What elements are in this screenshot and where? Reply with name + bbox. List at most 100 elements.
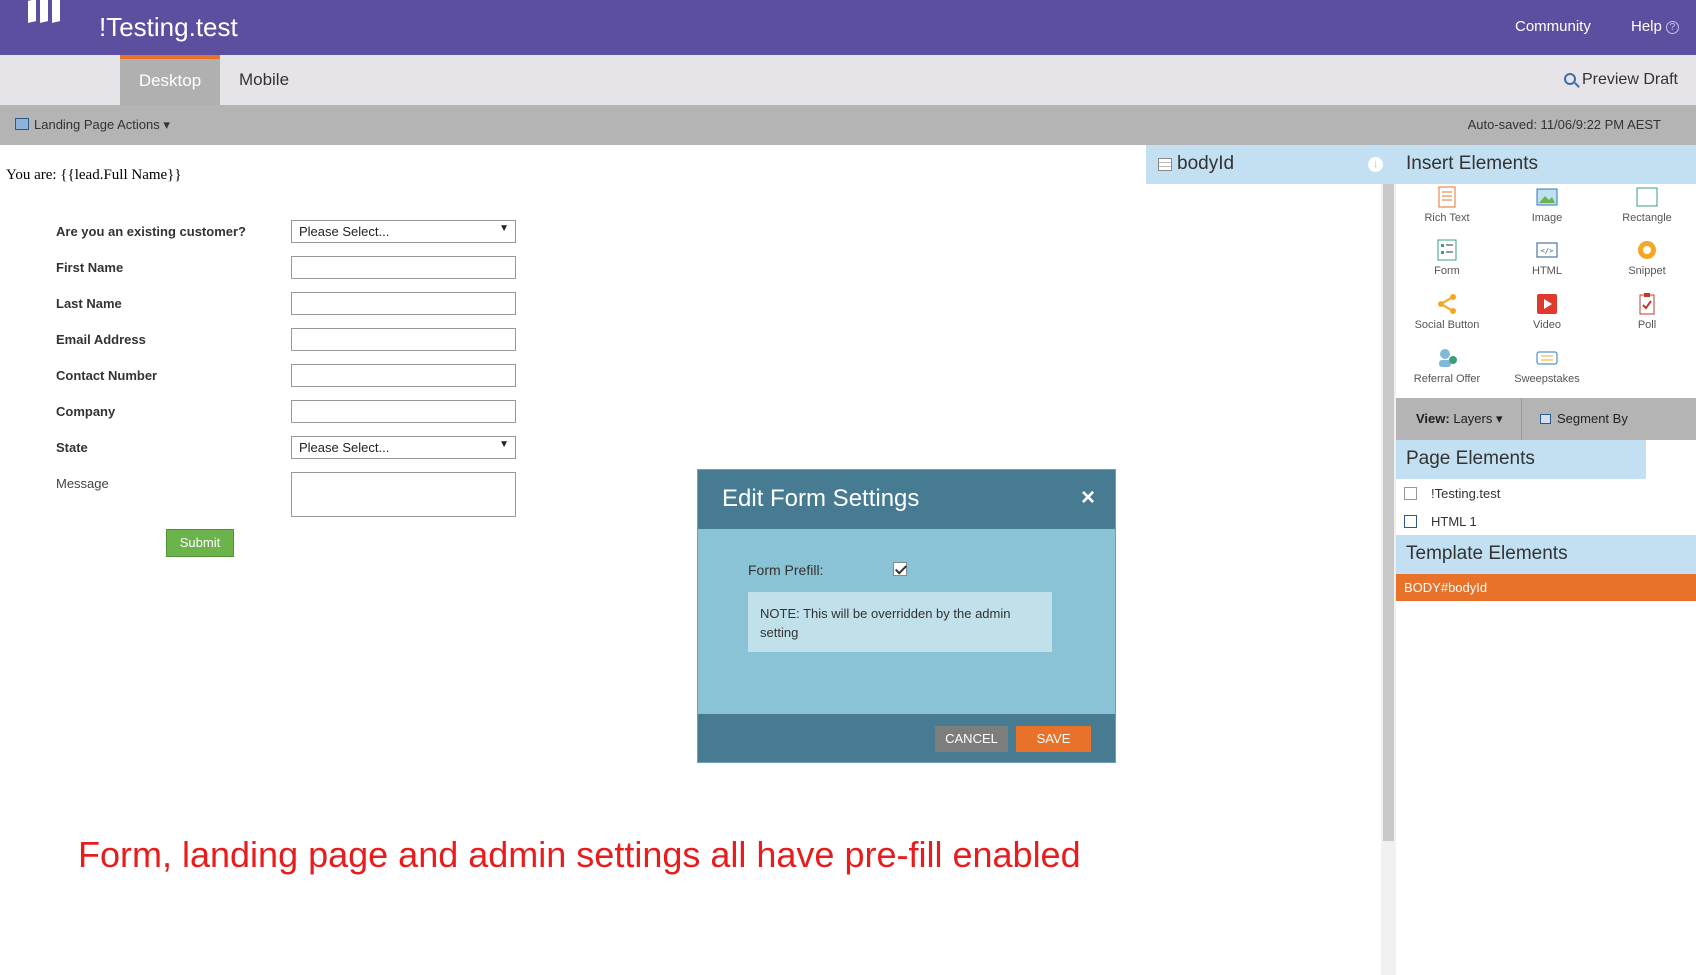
- rich-text-label: Rich Text: [1424, 212, 1470, 224]
- rectangle-label: Rectangle: [1622, 212, 1672, 224]
- you-are-text[interactable]: You are: {{lead.Full Name}}: [6, 167, 182, 184]
- community-link[interactable]: Community: [1515, 18, 1591, 35]
- video-icon: [1537, 294, 1557, 314]
- page-elements-title: Page Elements: [1406, 448, 1535, 469]
- last-name-field[interactable]: [291, 292, 516, 315]
- top-header: !Testing.test Community Help?: [0, 0, 1696, 82]
- segment-by-label: Segment By: [1557, 411, 1628, 426]
- save-button[interactable]: SAVE: [1016, 726, 1091, 752]
- insert-social-button[interactable]: Social Button: [1402, 293, 1492, 331]
- company-field[interactable]: [291, 400, 516, 423]
- form-label-first-name: First Name: [56, 260, 124, 275]
- insert-image[interactable]: Image: [1502, 186, 1592, 224]
- form-prefill-label: Form Prefill:: [748, 562, 824, 578]
- insert-form[interactable]: Form: [1402, 239, 1492, 277]
- insert-rich-text[interactable]: Rich Text: [1402, 186, 1492, 224]
- view-label: View:: [1416, 411, 1450, 426]
- existing-customer-value: Please Select...: [299, 224, 390, 239]
- form-prefill-checkbox[interactable]: [893, 562, 907, 576]
- referral-offer-label: Referral Offer: [1413, 373, 1481, 385]
- insert-video[interactable]: Video: [1502, 293, 1592, 331]
- cancel-button[interactable]: CANCEL: [935, 726, 1008, 752]
- grid-icon: [1158, 158, 1172, 171]
- insert-snippet[interactable]: Snippet: [1602, 239, 1692, 277]
- insert-rectangle[interactable]: Rectangle: [1602, 186, 1692, 224]
- image-label: Image: [1531, 212, 1563, 224]
- insert-sweepstakes[interactable]: Sweepstakes: [1502, 347, 1592, 385]
- landing-page-actions-menu[interactable]: Landing Page Actions ▾: [15, 117, 170, 133]
- contact-number-field[interactable]: [291, 364, 516, 387]
- rectangle-icon: [1636, 187, 1658, 207]
- dialog-title: Edit Form Settings: [722, 485, 920, 512]
- magnifier-icon: [1563, 73, 1576, 85]
- scrollbar-thumb[interactable]: [1383, 184, 1394, 841]
- message-textarea[interactable]: [291, 472, 516, 517]
- form-label-contact-number: Contact Number: [56, 368, 158, 383]
- form-icon: [1437, 239, 1457, 261]
- rich-text-icon: [1438, 186, 1456, 208]
- html-label: HTML: [1532, 265, 1562, 277]
- selected-element-label: bodyId: [1177, 153, 1235, 174]
- help-link[interactable]: Help?: [1631, 18, 1679, 35]
- dropdown-arrow-icon: ▼: [499, 223, 509, 234]
- view-layers-dropdown[interactable]: View: Layers ▾: [1416, 411, 1503, 427]
- snippet-icon: [1638, 241, 1656, 259]
- page-element-html[interactable]: HTML 1: [1404, 514, 1477, 529]
- preview-draft-label: Preview Draft: [1581, 71, 1678, 88]
- state-select[interactable]: Please Select... ▼: [291, 436, 516, 459]
- social-button-label: Social Button: [1414, 319, 1480, 331]
- insert-elements-header: Insert Elements: [1396, 145, 1696, 184]
- close-icon[interactable]: ×: [1081, 486, 1095, 510]
- form-icon: [1404, 487, 1417, 500]
- template-element-bodyid[interactable]: BODY#bodyId: [1396, 574, 1696, 601]
- submit-button[interactable]: Submit: [166, 529, 234, 557]
- insert-referral-offer[interactable]: Referral Offer: [1402, 347, 1492, 385]
- insert-poll[interactable]: Poll: [1602, 293, 1692, 331]
- state-value: Please Select...: [299, 440, 390, 455]
- image-icon: [1536, 188, 1558, 206]
- download-arrow-icon[interactable]: ↓: [1368, 157, 1383, 172]
- admin-override-note: NOTE: This will be overridden by the adm…: [748, 592, 1052, 652]
- html-icon: </>: [1536, 242, 1558, 258]
- help-label: Help: [1631, 18, 1662, 35]
- html-icon: [1404, 515, 1417, 528]
- landing-page-actions-label: Landing Page Actions ▾: [34, 117, 170, 132]
- view-value: Layers ▾: [1453, 411, 1503, 426]
- page-element-label: !Testing.test: [1431, 486, 1501, 501]
- form-label-state: State: [56, 440, 88, 455]
- action-bar: Landing Page Actions ▾ Auto-saved: 11/06…: [0, 105, 1696, 145]
- segment-by-button[interactable]: Segment By: [1540, 411, 1628, 426]
- email-field[interactable]: [291, 328, 516, 351]
- page-element-label: HTML 1: [1431, 514, 1477, 529]
- svg-text:</>: </>: [1541, 247, 1554, 255]
- landing-page-icon: [15, 118, 29, 130]
- first-name-field[interactable]: [291, 256, 516, 279]
- view-bar: View: Layers ▾ Segment By: [1396, 398, 1696, 440]
- poll-label: Poll: [1637, 319, 1657, 331]
- app-title: !Testing.test: [99, 12, 238, 42]
- page-element-form[interactable]: !Testing.test: [1404, 486, 1500, 501]
- preview-draft-button[interactable]: Preview Draft: [1563, 55, 1678, 105]
- form-label-existing-customer: Are you an existing customer?: [56, 224, 246, 239]
- social-button-icon: [1438, 294, 1456, 314]
- referral-offer-icon: [1439, 349, 1457, 367]
- dialog-header: Edit Form Settings ×: [698, 470, 1115, 529]
- page-elements-header: Page Elements: [1396, 440, 1646, 479]
- edit-form-settings-dialog: Edit Form Settings × Form Prefill: NOTE:…: [697, 469, 1116, 763]
- snippet-label: Snippet: [1628, 265, 1666, 277]
- existing-customer-select[interactable]: Please Select... ▼: [291, 220, 516, 243]
- dialog-footer: CANCEL SAVE: [698, 714, 1115, 762]
- sweepstakes-icon: [1536, 351, 1558, 365]
- element-selector-bar[interactable]: bodyId ↓: [1146, 145, 1396, 184]
- video-label: Video: [1533, 319, 1561, 331]
- form-label: Form: [1434, 265, 1460, 277]
- form-label-company: Company: [56, 404, 116, 419]
- insert-elements-title: Insert Elements: [1406, 153, 1538, 174]
- autosaved-status: Auto-saved: 11/06/9:22 PM AEST: [1467, 117, 1661, 132]
- tab-desktop[interactable]: Desktop: [120, 55, 220, 105]
- tab-mobile[interactable]: Mobile: [228, 55, 300, 105]
- form-label-message: Message: [56, 476, 109, 491]
- device-tab-bar: Desktop Mobile Preview Draft: [0, 55, 1696, 105]
- insert-html[interactable]: </> HTML: [1502, 239, 1592, 277]
- annotation-caption: Form, landing page and admin settings al…: [78, 834, 1081, 875]
